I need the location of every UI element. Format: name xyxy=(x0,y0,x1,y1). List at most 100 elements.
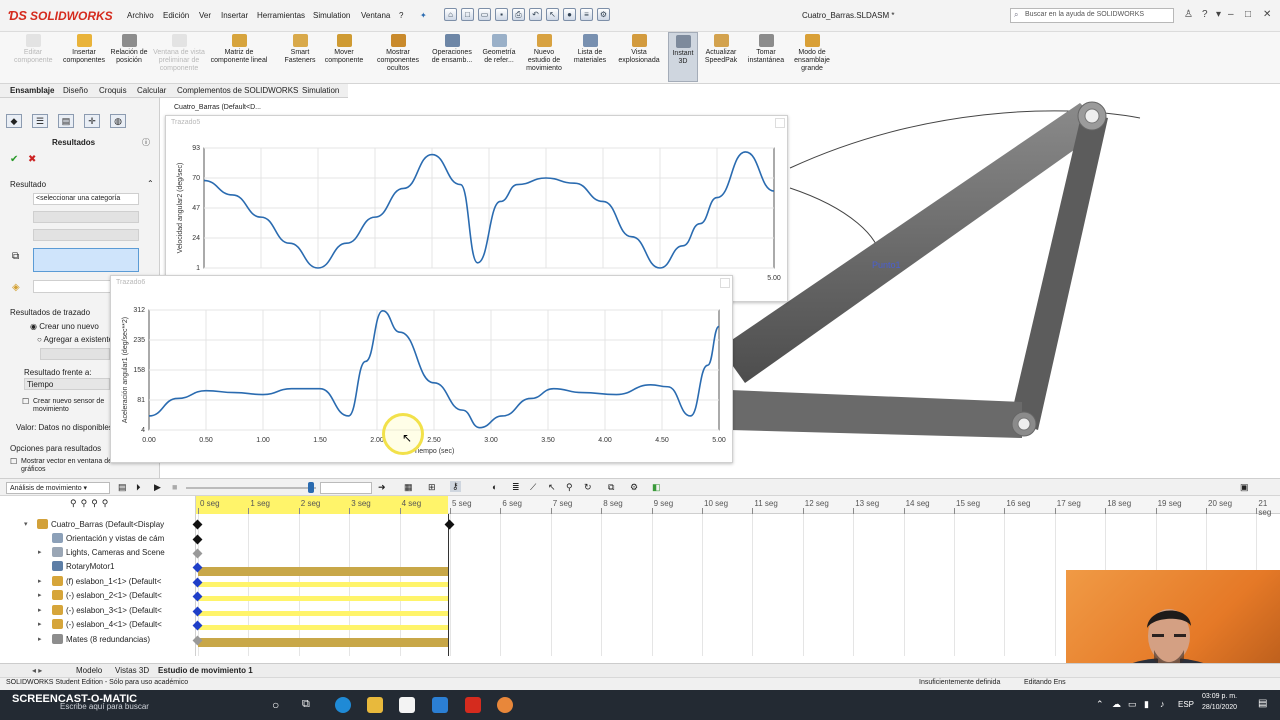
key-point[interactable] xyxy=(444,519,455,530)
display-icon[interactable]: ▭ xyxy=(1128,699,1137,710)
new-motion-study-button[interactable]: Nuevo estudio de movimiento xyxy=(522,34,566,73)
plot-window-1[interactable]: Trazado5 1 24 47 70 93 5.00 Velocidad angular2… xyxy=(165,115,788,302)
timeline-bar-mates[interactable] xyxy=(198,638,448,647)
solidworks-taskbar-icon[interactable] xyxy=(465,697,481,713)
screencast-icon[interactable] xyxy=(497,697,513,713)
timeline-bar-eslabon-4[interactable] xyxy=(198,625,448,630)
expand-icon[interactable]: ▸ xyxy=(38,548,42,556)
traffic-light-icon[interactable]: ● xyxy=(563,8,576,21)
play-icon[interactable]: ▶ xyxy=(154,482,161,493)
play-from-start-icon[interactable]: ⏵ xyxy=(136,482,141,493)
damper-icon[interactable]: ⟋ xyxy=(530,482,536,493)
tree-row-lights[interactable]: ▸ Lights, Cameras and Scene xyxy=(0,546,196,560)
edge-icon[interactable] xyxy=(335,697,351,713)
menu-archivo[interactable]: Archivo xyxy=(127,11,154,20)
user-icon[interactable]: ♙ xyxy=(1184,9,1193,20)
tab-croquis[interactable]: Croquis xyxy=(99,86,127,95)
select-arrow-icon[interactable]: ↖ xyxy=(546,8,559,21)
instant-3d-button[interactable]: Instant 3D xyxy=(668,32,698,82)
filter-selected-icon[interactable]: ⚲ xyxy=(102,498,109,509)
battery-icon[interactable]: ▮ xyxy=(1144,699,1149,710)
linear-pattern-button[interactable]: Matriz de componente lineal xyxy=(210,34,268,65)
menu-edicion[interactable]: Edición xyxy=(163,11,189,20)
file-explorer-icon[interactable] xyxy=(367,697,383,713)
help-circle-icon[interactable]: ⓘ xyxy=(142,137,150,148)
timeline-bar-eslabon-3[interactable] xyxy=(198,611,448,616)
file-properties-icon[interactable]: ≡ xyxy=(580,8,593,21)
results-plots-icon[interactable]: ⧉ xyxy=(608,482,614,493)
time-bar[interactable] xyxy=(448,514,449,656)
gravity-icon[interactable]: ↻ xyxy=(584,482,592,493)
expand-icon[interactable]: ▸ xyxy=(38,591,42,599)
tree-row-assembly[interactable]: ▾ Cuatro_Barras (Default<Display xyxy=(0,518,196,532)
tab-diseno[interactable]: Diseño xyxy=(63,86,88,95)
motor-icon[interactable]: ◐ xyxy=(492,482,497,492)
contact-icon[interactable]: ⚲ xyxy=(566,482,573,493)
selection-box[interactable] xyxy=(33,248,139,272)
smart-fasteners-button[interactable]: Smart Fasteners xyxy=(280,34,320,65)
menu-herramientas[interactable]: Herramientas xyxy=(257,11,305,20)
tab-complementos[interactable]: Complementos de SOLIDWORKS xyxy=(177,86,298,95)
filter-driving-icon[interactable]: ⚲ xyxy=(91,498,98,509)
minimize-window-icon[interactable]: – xyxy=(1228,9,1234,20)
playback-slider-track[interactable] xyxy=(186,487,316,489)
cancel-x-icon[interactable]: ✖ xyxy=(28,154,36,165)
component-preview-button[interactable]: Ventana de vista preliminar de component… xyxy=(148,34,210,73)
tab-nav-icon[interactable]: ◂ ▸ xyxy=(32,666,42,675)
tab-modelo[interactable]: Modelo xyxy=(76,666,102,675)
language-indicator[interactable]: ESP xyxy=(1178,700,1194,709)
task-view-icon[interactable]: ⧉ xyxy=(302,698,310,711)
expand-icon[interactable]: ▸ xyxy=(38,606,42,614)
close-window-icon[interactable]: ✕ xyxy=(1263,9,1271,20)
menu-insertar[interactable]: Insertar xyxy=(221,11,248,20)
tree-row-mates[interactable]: ▸ Mates (8 redundancias) xyxy=(0,633,196,647)
expand-icon[interactable]: ▾ xyxy=(24,520,28,528)
edit-component-button[interactable]: Editar componente xyxy=(14,34,53,65)
checkbox-vector[interactable]: ☐ xyxy=(10,457,17,466)
spring-icon[interactable]: ≣ xyxy=(512,482,520,493)
clock-date[interactable]: 28/10/2020 xyxy=(1202,704,1237,711)
tab-simulation[interactable]: Simulation xyxy=(302,86,339,95)
maximize-window-icon[interactable]: □ xyxy=(1245,9,1251,20)
reference-component-box[interactable] xyxy=(33,280,113,293)
home-icon[interactable]: ⌂ xyxy=(444,8,457,21)
tab-vistas-3d[interactable]: Vistas 3D xyxy=(115,666,149,675)
configuration-manager-icon[interactable]: ▤ xyxy=(58,114,74,128)
tab-ensamblaje[interactable]: Ensamblaje xyxy=(10,86,54,95)
playback-speed-select[interactable] xyxy=(320,482,372,494)
component-select[interactable] xyxy=(33,229,139,241)
volume-icon[interactable]: ♪ xyxy=(1160,699,1165,709)
open-folder-icon[interactable]: ▭ xyxy=(478,8,491,21)
tree-row-eslabon-4[interactable]: ▸ (-) eslabon_4<1> (Default< xyxy=(0,618,196,632)
tree-row-eslabon-3[interactable]: ▸ (-) eslabon_3<1> (Default< xyxy=(0,604,196,618)
feature-tree-header[interactable]: Cuatro_Barras (Default<D... xyxy=(174,104,261,111)
checkbox-new-sensor[interactable]: ☐ xyxy=(22,397,29,406)
study-type-select[interactable]: Análisis de movimiento ▾ xyxy=(6,482,110,494)
playback-slider-thumb[interactable] xyxy=(308,482,314,493)
clock-time[interactable]: 03:09 p. m. xyxy=(1202,693,1237,700)
take-snapshot-button[interactable]: Tomar instantánea xyxy=(744,34,788,65)
existing-plot-select[interactable] xyxy=(40,348,110,360)
cortana-icon[interactable]: ○ xyxy=(272,698,279,712)
help-search-input[interactable]: ⌕ Buscar en la ayuda de SOLIDWORKS xyxy=(1010,8,1174,23)
move-component-button[interactable]: Mover componente xyxy=(320,34,368,65)
notifications-icon[interactable]: ▤ xyxy=(1258,698,1267,709)
autokey-icon[interactable]: ⚷ xyxy=(450,481,461,492)
tree-row-motor[interactable]: RotaryMotor1 xyxy=(0,560,196,574)
filter-icon[interactable]: ⚲ xyxy=(70,498,77,509)
reference-geometry-button[interactable]: Geometría de refer... xyxy=(478,34,520,65)
network-icon[interactable]: ☁ xyxy=(1112,699,1121,710)
results-icon[interactable]: ◧ xyxy=(652,482,661,493)
timeline-bar-eslabon-1[interactable] xyxy=(198,582,448,587)
time-ruler[interactable]: 0 seg 1 seg 2 seg 3 seg 4 seg 5 seg 6 seg 7 seg… xyxy=(196,496,1280,517)
expand-icon[interactable]: ▸ xyxy=(38,577,42,585)
store-icon[interactable] xyxy=(399,697,415,713)
dropdown-icon[interactable]: ▾ xyxy=(1216,9,1221,20)
property-manager-icon[interactable]: ☰ xyxy=(32,114,48,128)
timeline-bar-motor[interactable] xyxy=(198,567,448,576)
save-animation-icon[interactable]: ▦ xyxy=(404,482,413,493)
exploded-view-button[interactable]: Vista explosionada xyxy=(614,34,664,65)
calculate-icon[interactable]: ▤ xyxy=(118,482,127,493)
ground-link[interactable] xyxy=(730,390,1022,438)
mail-icon[interactable] xyxy=(432,697,448,713)
